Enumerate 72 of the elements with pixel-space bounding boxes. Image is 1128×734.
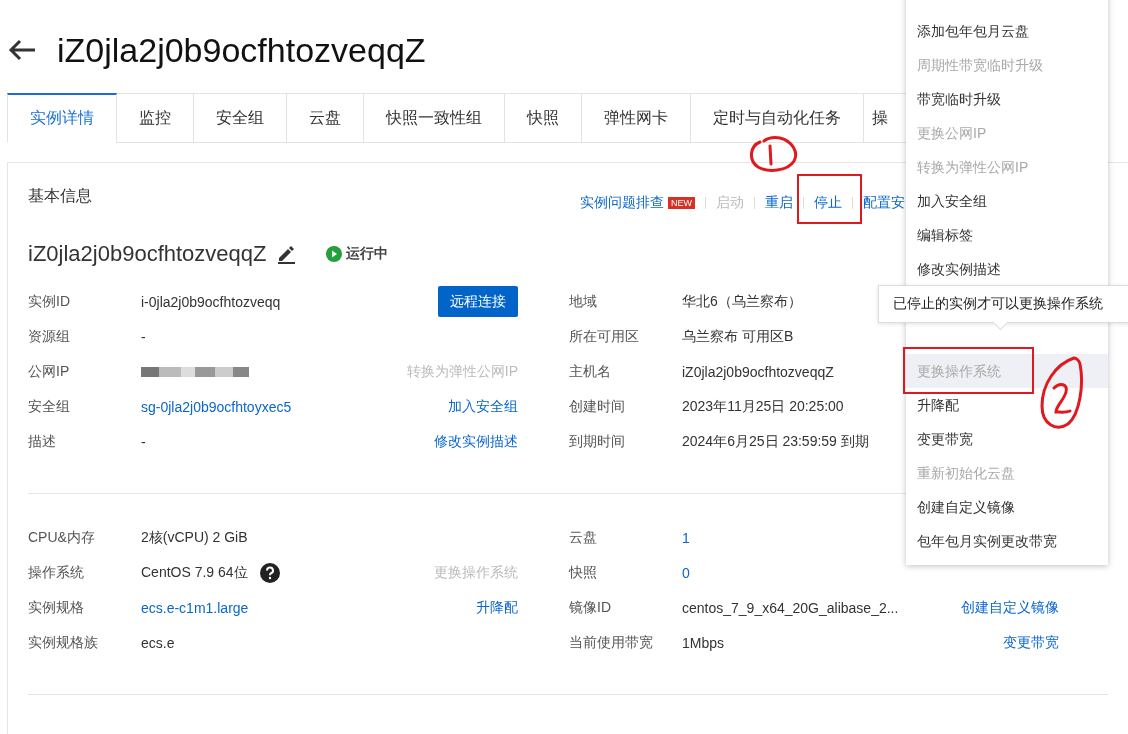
section-title: 基本信息 xyxy=(28,185,92,206)
edit-icon[interactable] xyxy=(276,244,297,264)
back-arrow-icon[interactable] xyxy=(7,38,37,62)
tab[interactable]: 弹性网卡 xyxy=(582,93,691,143)
menu-item[interactable]: 包年包月实例更改带宽 xyxy=(906,524,1108,558)
menu-item[interactable]: 创建自定义镜像 xyxy=(906,490,1108,524)
field-value: 华北6（乌兰察布） xyxy=(682,292,802,311)
menu-item[interactable]: 升降配 xyxy=(906,388,1108,422)
menu-item[interactable]: 加入安全组 xyxy=(906,184,1108,218)
field-value: 乌兰察布 可用区B xyxy=(682,327,794,346)
field-label: 资源组 xyxy=(28,327,71,346)
annotation-box xyxy=(797,174,862,224)
field-value: 2024年6月25日 23:59:59 到期 xyxy=(682,432,869,451)
action-link[interactable]: 实例问题排查 xyxy=(580,194,664,212)
tab[interactable]: 实例详情 xyxy=(7,93,117,143)
field-value: 1Mbps xyxy=(682,634,725,651)
field-value: i-0jla2j0b9ocfhtozveqq xyxy=(141,293,281,310)
remote-connect-button[interactable]: 远程连接 xyxy=(438,286,518,317)
field-value: iZ0jla2j0b9ocfhtozveqqZ xyxy=(682,363,834,380)
tooltip-text: 已停止的实例才可以更换操作系统 xyxy=(893,295,1103,313)
field-value: 2023年11月25日 20:25:00 xyxy=(682,397,844,416)
new-badge: NEW xyxy=(668,197,695,209)
field-label: 所在可用区 xyxy=(569,327,640,346)
field-value: centos_7_9_x64_20G_alibase_2... xyxy=(682,599,899,616)
action-link[interactable]: 升降配 xyxy=(476,598,518,615)
field-value: ecs.e xyxy=(141,634,175,651)
tab[interactable]: 监控 xyxy=(117,93,194,143)
field-value: - xyxy=(141,433,146,450)
field-label: 地域 xyxy=(569,292,598,311)
field-label: 镜像ID xyxy=(569,598,612,617)
action-link[interactable]: 加入安全组 xyxy=(448,397,518,414)
action-link[interactable]: 修改实例描述 xyxy=(434,432,518,449)
field-label: 公网IP xyxy=(28,362,71,381)
menu-item[interactable]: 修改实例描述 xyxy=(906,252,1108,286)
field-label: 实例规格族 xyxy=(28,633,99,652)
field-label: 操作系统 xyxy=(28,563,85,582)
action-link[interactable]: 停止 xyxy=(814,194,842,212)
field-label: 到期时间 xyxy=(569,432,626,451)
status-text: 运行中 xyxy=(346,245,389,263)
field-label: 安全组 xyxy=(28,397,71,416)
value-link[interactable]: ecs.e-c1m1.large xyxy=(141,599,249,616)
field-label: 描述 xyxy=(28,432,57,451)
tab[interactable]: 快照一致性组 xyxy=(364,93,505,143)
value-link[interactable]: 1 xyxy=(682,529,690,546)
page-title: iZ0jla2j0b9ocfhtozveqqZ xyxy=(57,30,426,70)
action-link[interactable]: 创建自定义镜像 xyxy=(961,598,1059,615)
field-label: 主机名 xyxy=(569,362,612,381)
field-label: 云盘 xyxy=(569,528,598,547)
action-link[interactable]: 重启 xyxy=(765,194,793,212)
play-status-icon xyxy=(326,246,343,262)
instance-name: iZ0jla2j0b9ocfhtozveqqZ xyxy=(28,241,267,267)
action-link[interactable]: 配置安 xyxy=(863,194,905,212)
field-label: 实例规格 xyxy=(28,598,85,617)
menu-item[interactable]: 添加包年包月云盘 xyxy=(906,14,1108,48)
tab[interactable]: 快照 xyxy=(505,93,582,143)
field-label: CPU&内存 xyxy=(28,528,96,547)
field-label: 创建时间 xyxy=(569,397,626,416)
field-value: CentOS 7.9 64位 xyxy=(141,563,248,582)
field-label: 实例ID xyxy=(28,292,71,311)
field-label: 快照 xyxy=(569,563,598,582)
menu-item[interactable]: 编辑标签 xyxy=(906,218,1108,252)
action-link[interactable]: 变更带宽 xyxy=(1003,633,1059,650)
field-value: 2核(vCPU) 2 GiB xyxy=(141,528,248,547)
value-link[interactable]: 0 xyxy=(682,564,690,581)
menu-item[interactable]: 变更带宽 xyxy=(906,422,1108,456)
field-label: 当前使用带宽 xyxy=(569,633,654,652)
help-icon[interactable] xyxy=(259,562,280,583)
tab[interactable]: 定时与自动化任务 xyxy=(691,93,864,143)
tab[interactable]: 安全组 xyxy=(194,93,287,143)
tab[interactable]: 云盘 xyxy=(287,93,364,143)
field-value: - xyxy=(141,328,146,345)
value-link[interactable]: sg-0jla2j0b9ocfhtoyxec5 xyxy=(141,398,292,415)
